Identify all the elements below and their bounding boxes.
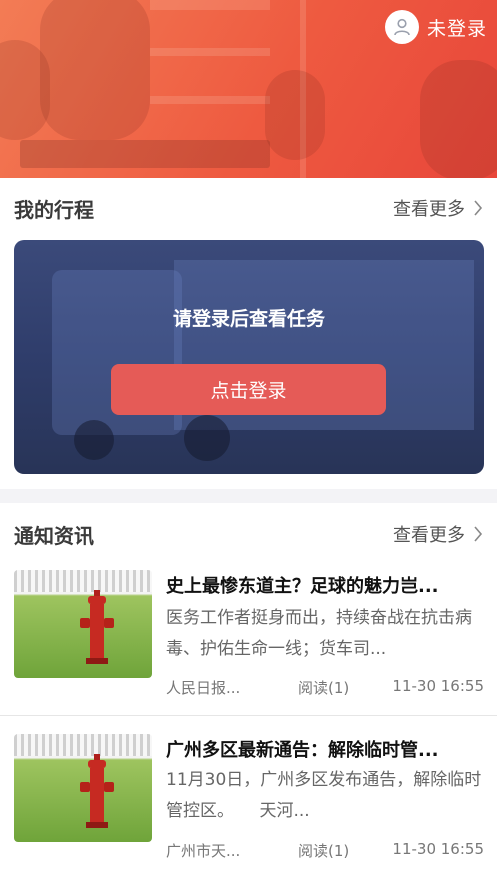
news-section-title: 通知资讯 bbox=[14, 523, 94, 548]
hydrant-graphic bbox=[80, 754, 114, 828]
banner-decoration bbox=[420, 60, 497, 178]
news-time: 11-30 16:55 bbox=[392, 840, 484, 858]
news-read-count: 阅读(1) bbox=[298, 679, 350, 697]
banner-decoration bbox=[150, 0, 270, 10]
hydrant-graphic bbox=[80, 590, 114, 664]
news-title[interactable]: 广州多区最新通告：解除临时管... bbox=[166, 736, 481, 762]
fire-hydrant-image bbox=[14, 570, 152, 678]
news-title[interactable]: 史上最惨东道主？足球的魅力岂... bbox=[166, 572, 481, 598]
news-section-header: 通知资讯 查看更多 bbox=[0, 504, 497, 564]
news-source: 广州市天... bbox=[166, 842, 241, 860]
banner-decoration bbox=[150, 96, 270, 104]
user-login-chip[interactable]: 未登录 bbox=[384, 10, 487, 44]
banner-decoration bbox=[150, 48, 270, 56]
banner-decoration bbox=[20, 140, 270, 168]
news-item[interactable]: 史上最惨东道主？足球的魅力岂... 医务工作者挺身而出，持续奋战在抗击病毒、护佑… bbox=[0, 566, 497, 714]
trip-section-header: 我的行程 查看更多 bbox=[0, 178, 497, 238]
login-button[interactable]: 点击登录 bbox=[111, 364, 386, 415]
trip-view-more-link[interactable]: 查看更多 bbox=[393, 195, 483, 221]
news-summary: 11月30日，广州多区发布通告，解除临时管控区。 天河... bbox=[166, 770, 482, 821]
trip-section-title: 我的行程 bbox=[14, 197, 94, 222]
news-summary: 医务工作者挺身而出，持续奋战在抗击病毒、护佑生命一线；货车司... bbox=[166, 608, 472, 659]
banner-decoration bbox=[265, 70, 325, 160]
news-meta: 广州市天... 阅读(1) 11-30 16:55 bbox=[166, 840, 484, 860]
trip-login-card: 请登录后查看任务 点击登录 bbox=[14, 240, 484, 474]
chevron-right-icon bbox=[474, 200, 483, 216]
view-more-label: 查看更多 bbox=[393, 525, 465, 546]
item-separator bbox=[0, 715, 497, 716]
news-read-count: 阅读(1) bbox=[298, 842, 350, 860]
section-divider bbox=[0, 489, 497, 503]
chevron-right-icon bbox=[474, 526, 483, 542]
news-view-more-link[interactable]: 查看更多 bbox=[393, 521, 483, 547]
user-icon[interactable] bbox=[384, 10, 419, 44]
news-item[interactable]: 广州多区最新通告：解除临时管... 11月30日，广州多区发布通告，解除临时管控… bbox=[0, 730, 497, 878]
banner-decoration bbox=[0, 40, 50, 140]
fire-hydrant-image bbox=[14, 734, 152, 842]
truck-decoration bbox=[74, 420, 114, 460]
news-meta: 人民日报... 阅读(1) 11-30 16:55 bbox=[166, 677, 484, 697]
login-status-text[interactable]: 未登录 bbox=[427, 14, 487, 41]
news-time: 11-30 16:55 bbox=[392, 677, 484, 695]
login-prompt-text: 请登录后查看任务 bbox=[172, 308, 325, 330]
hero-banner: 未登录 bbox=[0, 0, 497, 178]
view-more-label: 查看更多 bbox=[393, 199, 465, 220]
news-source: 人民日报... bbox=[166, 679, 241, 697]
truck-decoration bbox=[184, 415, 230, 461]
banner-decoration bbox=[40, 0, 150, 140]
